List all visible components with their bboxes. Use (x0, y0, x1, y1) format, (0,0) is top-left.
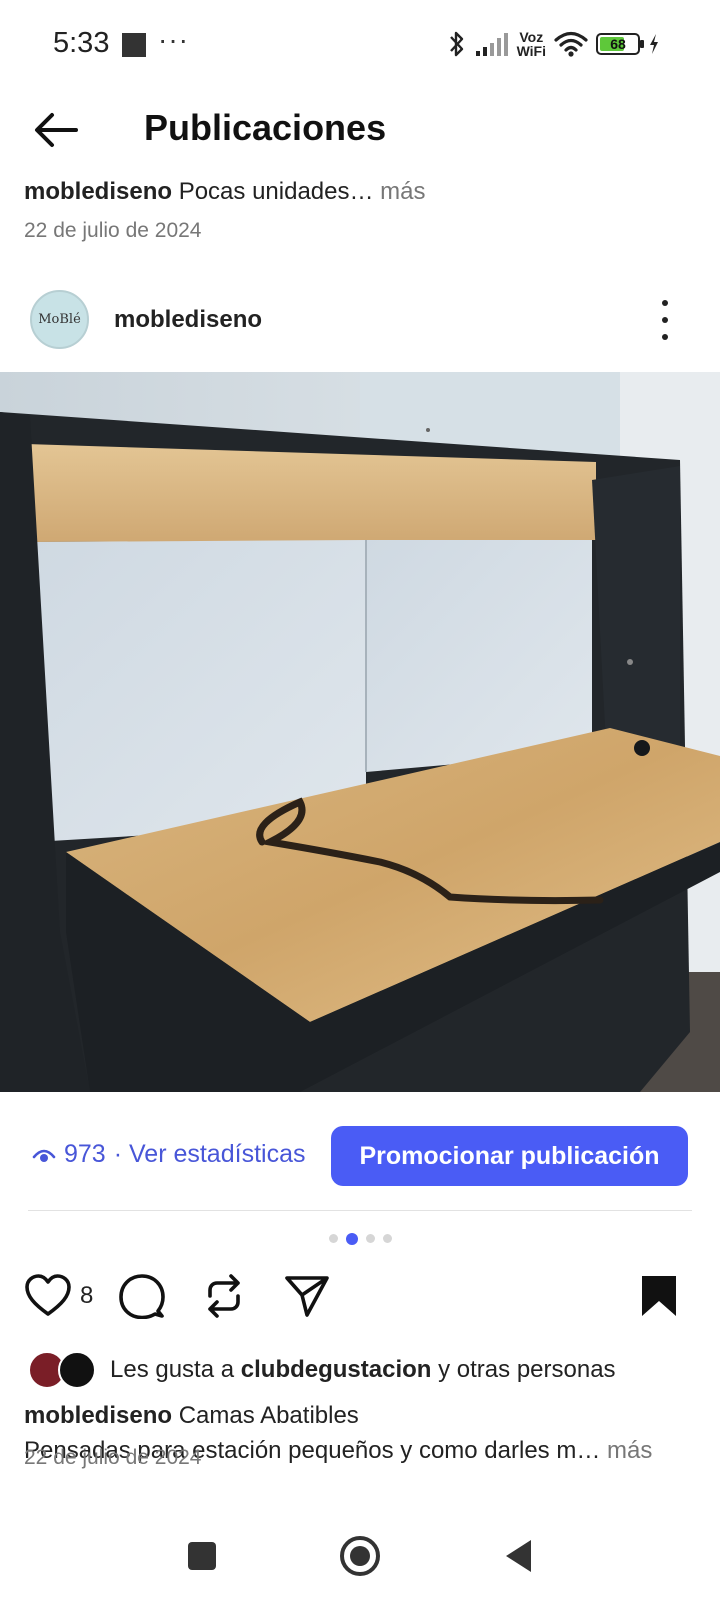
top-app-bar: Publicaciones (0, 95, 720, 165)
square-icon (188, 1542, 216, 1570)
heart-icon (25, 1274, 71, 1316)
more-options-button[interactable] (650, 300, 680, 340)
previous-post-caption-text: Pocas unidades… (178, 178, 374, 205)
likes-prefix: Les gusta a (110, 1356, 235, 1383)
previous-post-date: 22 de julio de 2024 (24, 219, 202, 242)
back-nav-button[interactable] (492, 1530, 544, 1582)
triangle-back-icon (506, 1540, 531, 1572)
more-link[interactable]: más (607, 1437, 652, 1464)
more-vertical-dot (662, 334, 668, 340)
like-button[interactable]: 8 (24, 1268, 93, 1324)
save-button[interactable] (640, 1268, 678, 1324)
page-title: Publicaciones (144, 107, 387, 148)
like-count: 8 (80, 1282, 94, 1309)
comment-button[interactable] (118, 1268, 166, 1324)
previous-post-caption[interactable]: moblediseno Pocas unidades… más (24, 178, 426, 206)
post-header: MoBlé moblediseno (0, 290, 720, 352)
status-icons: Voz WiFi 68 (447, 26, 660, 62)
carousel-dot (382, 1234, 392, 1243)
more-notifications-indicator: ··· (158, 24, 189, 55)
battery-level: 68 (610, 36, 626, 52)
post-image[interactable] (0, 372, 720, 1092)
bookmark-icon (642, 1276, 676, 1316)
post-insights-row: 973 · Ver estadísticas Promocionar publi… (0, 1126, 720, 1186)
likes-suffix: y otras personas (438, 1356, 616, 1383)
status-bar: 5:33 ··· Voz WiFi 68 (0, 0, 720, 90)
share-button[interactable] (284, 1268, 330, 1324)
more-vertical-icon (662, 300, 668, 306)
likes-text: Les gusta a clubdegustacion y otras pers… (110, 1356, 616, 1384)
battery-nub (640, 40, 644, 48)
likes-summary[interactable]: Les gusta a clubdegustacion y otras pers… (28, 1349, 616, 1391)
divider (28, 1210, 692, 1211)
battery-indicator: 68 (596, 33, 644, 55)
signal-icon (475, 33, 508, 56)
comment-icon (119, 1274, 165, 1319)
view-insights-link[interactable]: 973 · Ver estadísticas (32, 1140, 305, 1169)
more-link[interactable]: más (380, 178, 425, 205)
post-date: 22 de julio de 2024 (24, 1446, 202, 1469)
caption-title: Camas Abatibles (178, 1402, 359, 1429)
vowifi-line2: WiFi (516, 43, 546, 59)
send-icon (285, 1276, 329, 1317)
previous-post-username[interactable]: moblediseno (24, 178, 172, 205)
bluetooth-icon (449, 31, 463, 57)
views-count: 973 (64, 1140, 106, 1168)
views-label: · Ver estadísticas (113, 1140, 306, 1168)
carousel-dot (328, 1234, 338, 1243)
post-username[interactable]: moblediseno (114, 306, 262, 334)
more-vertical-dot (662, 317, 668, 323)
liker-username[interactable]: clubdegustacion (241, 1356, 432, 1383)
repost-icon (208, 1274, 240, 1318)
avatar-logo-text: MoBlé (38, 312, 81, 327)
recents-button[interactable] (176, 1530, 228, 1582)
notification-icon (122, 33, 146, 57)
carousel-indicator (0, 1232, 720, 1245)
vowifi-indicator: Voz WiFi (517, 30, 546, 58)
charging-icon (650, 34, 658, 54)
avatar (58, 1351, 96, 1389)
home-circle-icon (340, 1536, 380, 1576)
carousel-dot (365, 1234, 375, 1243)
arrow-left-icon (35, 113, 78, 147)
wall-bed-photo (0, 372, 720, 1092)
back-button[interactable] (28, 105, 84, 155)
carousel-dot-active (345, 1232, 358, 1245)
status-time: 5:33 (53, 27, 110, 59)
avatar[interactable]: MoBlé (30, 290, 89, 349)
repost-button[interactable] (202, 1268, 246, 1324)
post-actions: 8 (0, 1268, 720, 1324)
home-button[interactable] (334, 1530, 386, 1582)
vowifi-line1: Voz (519, 29, 544, 45)
eye-icon (32, 1149, 56, 1162)
liker-avatars (28, 1350, 98, 1390)
wifi-icon (554, 31, 588, 57)
caption-line-1: moblediseno Camas Abatibles (24, 1398, 700, 1433)
promote-post-button[interactable]: Promocionar publicación (331, 1126, 688, 1186)
system-navigation-bar (0, 1520, 720, 1590)
caption-username[interactable]: moblediseno (24, 1402, 172, 1429)
